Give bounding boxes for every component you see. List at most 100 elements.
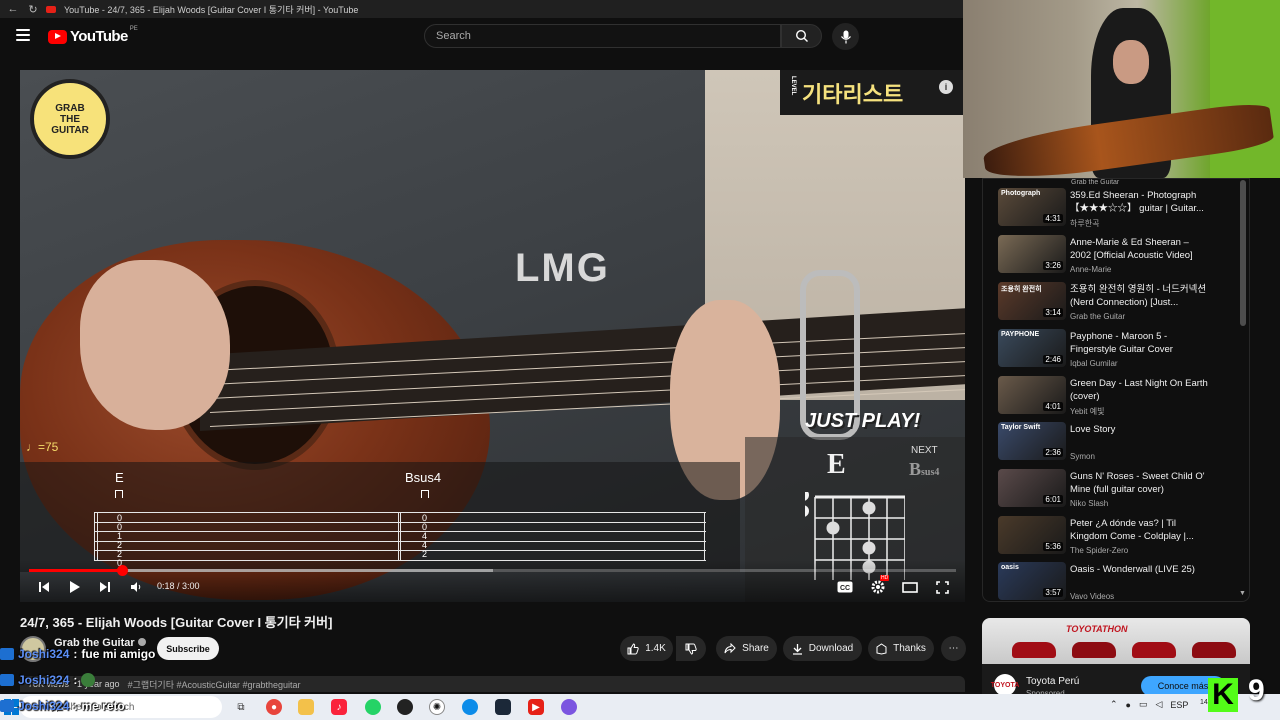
search-button[interactable] (781, 24, 822, 48)
progress-bar[interactable] (29, 565, 956, 576)
chrome-icon[interactable]: ● (266, 699, 282, 715)
skip-previous-icon (39, 582, 49, 592)
file-explorer-icon[interactable] (298, 699, 314, 715)
skip-next-icon (100, 582, 110, 592)
recommended-video[interactable]: 6:01 Guns N' Roses - Sweet Child O' Mine … (998, 469, 1238, 513)
recommended-video-title[interactable]: Green Day - Last Night On Earth (cover) (1070, 377, 1210, 403)
previous-button[interactable] (36, 578, 52, 596)
thumbnail-text: Photograph (1001, 190, 1041, 197)
recommended-video-channel[interactable]: Symon (1070, 452, 1095, 461)
video-thumbnail[interactable]: 3:26 (998, 235, 1066, 273)
tab-staff (94, 512, 706, 561)
recommended-video-channel[interactable]: The Spider-Zero (1070, 546, 1128, 555)
recommended-video-title[interactable]: Guns N' Roses - Sweet Child O' Mine (ful… (1070, 470, 1210, 496)
task-view-icon[interactable]: ⧉ (233, 699, 249, 715)
video-thumbnail[interactable]: PAYPHONE 2:46 (998, 329, 1066, 367)
chat-text: me reto (81, 699, 125, 713)
thanks-label: Thanks (893, 643, 926, 654)
volume-tray-icon[interactable]: ◁ (1156, 699, 1163, 710)
recommended-video[interactable]: 4:01 Green Day - Last Night On Earth (cov… (998, 376, 1238, 420)
whatsapp-icon[interactable] (365, 699, 381, 715)
recommended-video-channel[interactable]: Vavo Videos (1070, 592, 1114, 601)
recommended-video[interactable]: Photograph 4:31 359.Ed Sheeran - Photograp… (998, 188, 1238, 232)
share-button[interactable]: Share (716, 636, 777, 661)
recommended-video-channel[interactable]: Grab the Guitar (1070, 312, 1125, 321)
obs-icon[interactable] (397, 699, 413, 715)
recommended-video[interactable]: oasis 3:57 Oasis - Wonderwall (LIVE 25) Vav… (998, 562, 1238, 606)
video-duration: 3:14 (1043, 308, 1063, 317)
scroll-down-icon[interactable]: ▼ (1239, 590, 1246, 597)
tray-chevron-icon[interactable]: ⌃ (1110, 699, 1118, 710)
recommended-video[interactable]: 조용히 완전히 3:14 조용히 완전히 영원히 - 너드커넥션(Nerd Conn… (998, 282, 1238, 326)
menu-icon[interactable] (16, 29, 30, 41)
video-thumbnail[interactable]: 4:01 (998, 376, 1066, 414)
video-thumbnail[interactable]: oasis 3:57 (998, 562, 1066, 600)
masthead: YouTube PE Search (0, 18, 963, 54)
network-icon[interactable]: ▭ (1139, 699, 1148, 710)
youtube-logo[interactable]: YouTube PE (48, 25, 138, 45)
download-button[interactable]: Download (783, 636, 862, 661)
download-icon (792, 643, 802, 655)
back-icon[interactable]: ← (6, 2, 20, 16)
search-input[interactable]: Search (424, 24, 781, 48)
language-indicator[interactable]: ESP (1170, 700, 1188, 710)
youtube-app-icon[interactable]: ▶ (528, 699, 544, 715)
video-title: 24/7, 365 - Elijah Woods [Guitar Cover I… (20, 615, 333, 630)
chat-emote-icon (81, 673, 96, 687)
country-code: PE (129, 25, 138, 32)
recommended-video[interactable]: PAYPHONE 2:46 Payphone - Maroon 5 - Finger… (998, 329, 1238, 373)
recommended-video-title[interactable]: Anne-Marie & Ed Sheeran – 2002 [Official… (1070, 236, 1210, 262)
video-thumbnail[interactable]: Photograph 4:31 (998, 188, 1066, 226)
discord-icon[interactable] (561, 699, 577, 715)
recommended-video-title[interactable]: Oasis - Wonderwall (LIVE 25) (1070, 563, 1210, 576)
video-thumbnail[interactable]: 6:01 (998, 469, 1066, 507)
microphone-tray-icon[interactable]: ● (1126, 700, 1131, 710)
thanks-button[interactable]: Thanks (868, 636, 934, 661)
voice-search-button[interactable] (832, 23, 859, 50)
recommended-video[interactable]: 3:26 Anne-Marie & Ed Sheeran – 2002 [Offi… (998, 235, 1238, 279)
video-thumbnail[interactable]: 조용히 완전히 3:14 (998, 282, 1066, 320)
video-player[interactable]: LMG GRAB THE GUITAR LEVEL 기타리스트 i JUST P… (20, 70, 965, 602)
thanks-icon (876, 642, 887, 655)
music-app-icon[interactable]: ♪ (331, 699, 347, 715)
ad-banner-text: TOYOTATHON (1066, 624, 1128, 634)
scrubber-handle[interactable] (116, 565, 128, 576)
fullscreen-button[interactable] (932, 578, 952, 596)
recommended-video-channel[interactable]: Niko Slash (1070, 499, 1108, 508)
recommended-video-channel[interactable]: 하루한곡 (1070, 218, 1099, 229)
like-button[interactable]: 1.4K (620, 636, 673, 661)
chatgpt-icon[interactable]: ✺ (429, 699, 445, 715)
play-button[interactable] (66, 578, 82, 596)
reload-icon[interactable]: ↻ (26, 2, 40, 16)
recommended-video-channel[interactable]: Iqbal Gumilar (1070, 359, 1118, 368)
description-box[interactable]: 78K views 1 year ago #그랩더기타 #AcousticGui… (20, 676, 965, 692)
youtube-favicon-icon (46, 5, 56, 13)
info-icon[interactable]: i (939, 80, 953, 94)
recommended-video[interactable]: Taylor Swift 2:36 Love Story Symon (998, 422, 1238, 466)
recommended-video-title[interactable]: Peter ¿A dónde vas? | Til Kingdom Come -… (1070, 517, 1210, 543)
dislike-button[interactable] (676, 636, 706, 661)
hashtags[interactable]: #그랩더기타 #AcousticGuitar #grabtheguitar (128, 678, 301, 691)
steam-icon[interactable] (495, 699, 511, 715)
ad-banner[interactable]: TOYOTATHON (982, 618, 1250, 664)
next-button[interactable] (97, 578, 113, 596)
recommended-video-title[interactable]: Love Story (1070, 423, 1210, 436)
recommended-video[interactable]: 5:36 Peter ¿A dónde vas? | Til Kingdom Co… (998, 516, 1238, 560)
recommended-video-channel[interactable]: Yebit 예빛 (1070, 406, 1104, 417)
video-thumbnail[interactable]: 5:36 (998, 516, 1066, 554)
theater-mode-button[interactable] (900, 578, 920, 596)
subscribe-button[interactable]: Subscribe (157, 637, 219, 660)
recommended-video-channel[interactable]: Anne-Marie (1070, 265, 1111, 274)
recommended-video-title[interactable]: 조용히 완전히 영원히 - 너드커넥션(Nerd Connection) [Ju… (1070, 283, 1210, 309)
volume-button[interactable] (128, 578, 144, 596)
video-thumbnail[interactable]: Taylor Swift 2:36 (998, 422, 1066, 460)
recommended-video-title[interactable]: 359.Ed Sheeran - Photograph 【★★★☆☆】 guit… (1070, 189, 1210, 215)
more-actions-button[interactable]: ⋯ (941, 636, 966, 661)
gear-icon (871, 580, 885, 594)
settings-button[interactable]: HD (868, 575, 890, 596)
captions-button[interactable]: CC (835, 578, 855, 596)
edge-icon[interactable] (462, 699, 478, 715)
sidebar-scrollbar[interactable] (1240, 180, 1246, 326)
grab-the-guitar-logo: GRAB THE GUITAR (30, 79, 110, 159)
recommended-video-title[interactable]: Payphone - Maroon 5 - Fingerstyle Guitar… (1070, 330, 1210, 356)
